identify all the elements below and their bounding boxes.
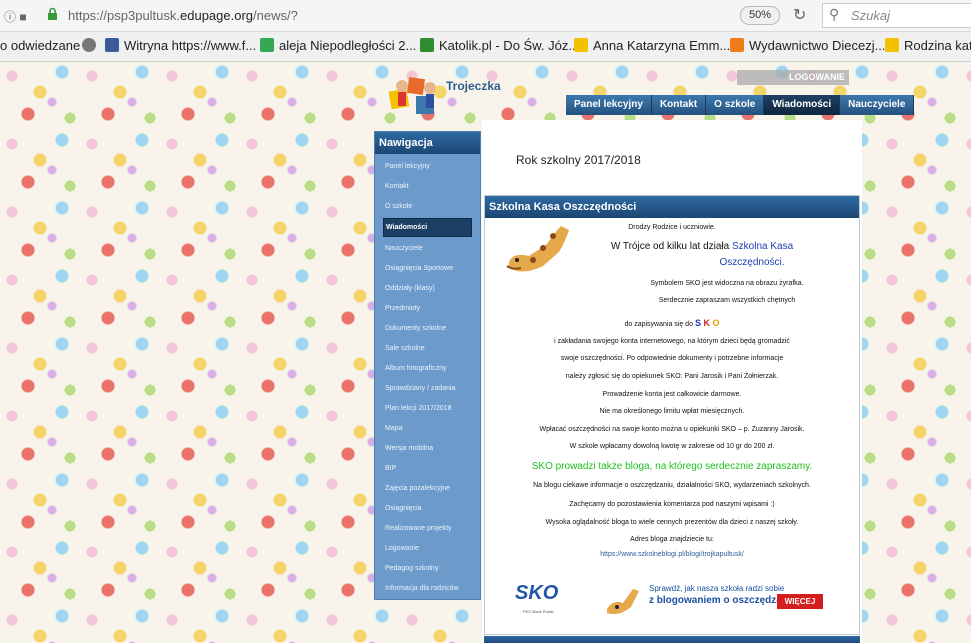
deposit-text: Wpłacać oszczędności na swoje konto możn…: [539, 426, 805, 433]
sidebar-navigation: Nawigacja Panel lekcyjny Kontakt O szkol…: [374, 131, 481, 600]
bookmark-katolik[interactable]: Katolik.pl - Do Św. Józ...: [420, 38, 579, 53]
maps-icon: [260, 38, 274, 52]
sidebar-item-mapa[interactable]: Mapa: [383, 420, 472, 437]
lead-line-2: Oszczędności.: [719, 257, 785, 268]
topnav-kontakt[interactable]: Kontakt: [651, 95, 707, 115]
accounts-text: i zakładania swojego konta internetowego…: [554, 338, 790, 345]
topnav-wiadomosci[interactable]: Wiadomości: [764, 95, 841, 115]
bookmark-maps[interactable]: aleja Niepodległości 2...: [260, 38, 416, 53]
blog-text: SKO prowadzi także bloga, na którego ser…: [531, 461, 813, 472]
search-icon: ⚲: [829, 6, 840, 22]
sidebar-item-sale[interactable]: Sale szkolne: [383, 340, 472, 357]
limit-text: Nie ma określonego limitu wpłat miesięcz…: [599, 408, 745, 415]
sidebar-item-sprawdziany[interactable]: Sprawdziany / zadania: [383, 380, 472, 397]
bookmark-facebook[interactable]: Witryna https://www.f...: [105, 38, 256, 53]
topnav-nauczyciele[interactable]: Nauczyciele: [840, 95, 915, 115]
bookmark-anna[interactable]: Anna Katarzyna Emm...: [574, 38, 730, 53]
bookmark-globe[interactable]: [82, 38, 101, 53]
lead-line-1: W Trójce od kilku lat działa Szkolna Kas…: [610, 241, 794, 252]
sko-logo-sub: PKO Bank Polski: [523, 609, 554, 614]
sidebar-item-pedagog[interactable]: Pedagog szkolny: [383, 560, 472, 577]
more-button[interactable]: WIĘCEJ: [777, 594, 823, 609]
sidebar-item-nauczyciele[interactable]: Nauczyciele: [383, 240, 472, 257]
sidebar-item-wersja-mobilna[interactable]: Wersja mobilna: [383, 440, 472, 457]
banner-text-1: Sprawdź, jak nasza szkoła radzi sobie: [649, 584, 785, 593]
sko-banner[interactable]: SKO PKO Bank Polski Sprawdź, jak nasza s…: [515, 579, 827, 619]
bookmark-most-visited[interactable]: o odwiedzane: [0, 38, 80, 53]
address-bar: ⓘ ■ https://psp3pultusk.edupage.org/news…: [0, 0, 971, 32]
sidebar-item-o-szkole[interactable]: O szkole: [383, 198, 472, 215]
blog-link[interactable]: https://www.szkolneblogi.pl/blogi/trojka…: [485, 551, 859, 558]
greeting-text: Drodzy Rodzice i uczniowie.: [628, 224, 716, 231]
sidebar-item-kontakt[interactable]: Kontakt: [383, 178, 472, 195]
search-input[interactable]: ⚲ Szukaj: [822, 3, 971, 28]
sidebar-item-album[interactable]: Album fotograficzny: [383, 360, 472, 377]
main-content: Rok szkolny 2017/2018 Szkolna Kasa Oszcz…: [482, 120, 862, 643]
login-link[interactable]: LOGOWANIE: [737, 70, 849, 85]
url-field[interactable]: https://psp3pultusk.edupage.org/news/?: [68, 8, 298, 23]
invite-text: Serdecznie zapraszam wszystkich chętnych: [658, 297, 796, 304]
symbol-text: Symbolem SKO jest widoczna na obrazu żyr…: [650, 280, 804, 287]
site-title[interactable]: Trojeczka: [446, 79, 501, 93]
cart-icon: [730, 38, 744, 52]
contact-text: należy zgłosić się do opiekunek SKO: Pan…: [565, 373, 779, 380]
page-info-icon[interactable]: ⓘ ■: [4, 8, 27, 25]
signup-text: do zapisywania się do S K O: [624, 318, 720, 328]
sidebar-item-dokumenty[interactable]: Dokumenty szkolne: [383, 320, 472, 337]
comment-text: Zachęcamy do pozostawienia komentarza po…: [569, 501, 775, 508]
topnav-o-szkole[interactable]: O szkole: [706, 95, 765, 115]
sidebar-item-projekty[interactable]: Realizowane projekty: [383, 520, 472, 537]
popular-text: Wysoka oglądalność bloga to wiele cennyc…: [545, 519, 799, 526]
sidebar-item-zajecia[interactable]: Zajęcia pozalekcyjne: [383, 480, 472, 497]
address-text: Adres bloga znajdziecie tu:: [630, 536, 714, 543]
sidebar-item-osiagniecia-sportowe[interactable]: Osiągnięcia Sportowe: [383, 260, 472, 277]
page-title: Rok szkolny 2017/2018: [516, 153, 641, 167]
sidebar-item-osiagniecia[interactable]: Osiągnięcia: [383, 500, 472, 517]
reload-icon[interactable]: ↻: [793, 5, 806, 25]
int-icon: [574, 38, 588, 52]
sidebar-item-panel-lekcyjny[interactable]: Panel lekcyjny: [383, 158, 472, 175]
school-logo[interactable]: [386, 70, 446, 120]
sidebar-item-plan-lekcji[interactable]: Plan lekcji 2017/2018: [383, 400, 472, 417]
sidebar-heading: Nawigacja: [375, 132, 480, 154]
next-article-header: [484, 636, 860, 643]
article-heading: Szkolna Kasa Oszczędności: [485, 196, 859, 218]
bookmark-rodzina[interactable]: Rodzina kato: [885, 38, 971, 53]
sidebar-item-oddzialy[interactable]: Oddziały (klasy): [383, 280, 472, 297]
bookmark-icon: [885, 38, 899, 52]
bookmarks-toolbar: o odwiedzane Witryna https://www.f... al…: [0, 32, 971, 62]
banner-giraffe-illustration: [607, 589, 639, 615]
savings-text: swoje oszczędności. Po odpowiednie dokum…: [560, 355, 784, 362]
free-text: Prowadzenie konta jest całkowicie darmow…: [602, 391, 742, 398]
page-background: Trojeczka LOGOWANIE Panel lekcyjny Konta…: [0, 62, 971, 643]
bookmark-wydawnictwo[interactable]: Wydawnictwo Diecezj...: [730, 38, 885, 53]
range-text: W szkole wpłacamy dowolną kwotę w zakres…: [569, 443, 775, 450]
news-article: Szkolna Kasa Oszczędności Drodzy Rodzice…: [484, 195, 860, 635]
sidebar-item-logowanie[interactable]: Logowanie: [383, 540, 472, 557]
lock-icon: [48, 7, 57, 20]
sidebar-item-informacja[interactable]: Informacja dla rodziców: [383, 580, 472, 597]
facebook-icon: [105, 38, 119, 52]
blog-info-text: Na blogu ciekawe informacje o oszczędzan…: [533, 482, 811, 489]
top-navigation: Panel lekcyjny Kontakt O szkole Wiadomoś…: [566, 95, 915, 115]
sidebar-item-bip[interactable]: BIP: [383, 460, 472, 477]
sidebar-item-wiadomosci[interactable]: Wiadomości: [383, 218, 472, 237]
zoom-level-badge[interactable]: 50%: [740, 6, 780, 25]
globe-icon: [82, 38, 96, 52]
topnav-panel-lekcyjny[interactable]: Panel lekcyjny: [566, 95, 652, 115]
sidebar-item-przedmioty[interactable]: Przedmioty: [383, 300, 472, 317]
cross-icon: [420, 38, 434, 52]
sko-logo: SKO: [515, 582, 559, 604]
